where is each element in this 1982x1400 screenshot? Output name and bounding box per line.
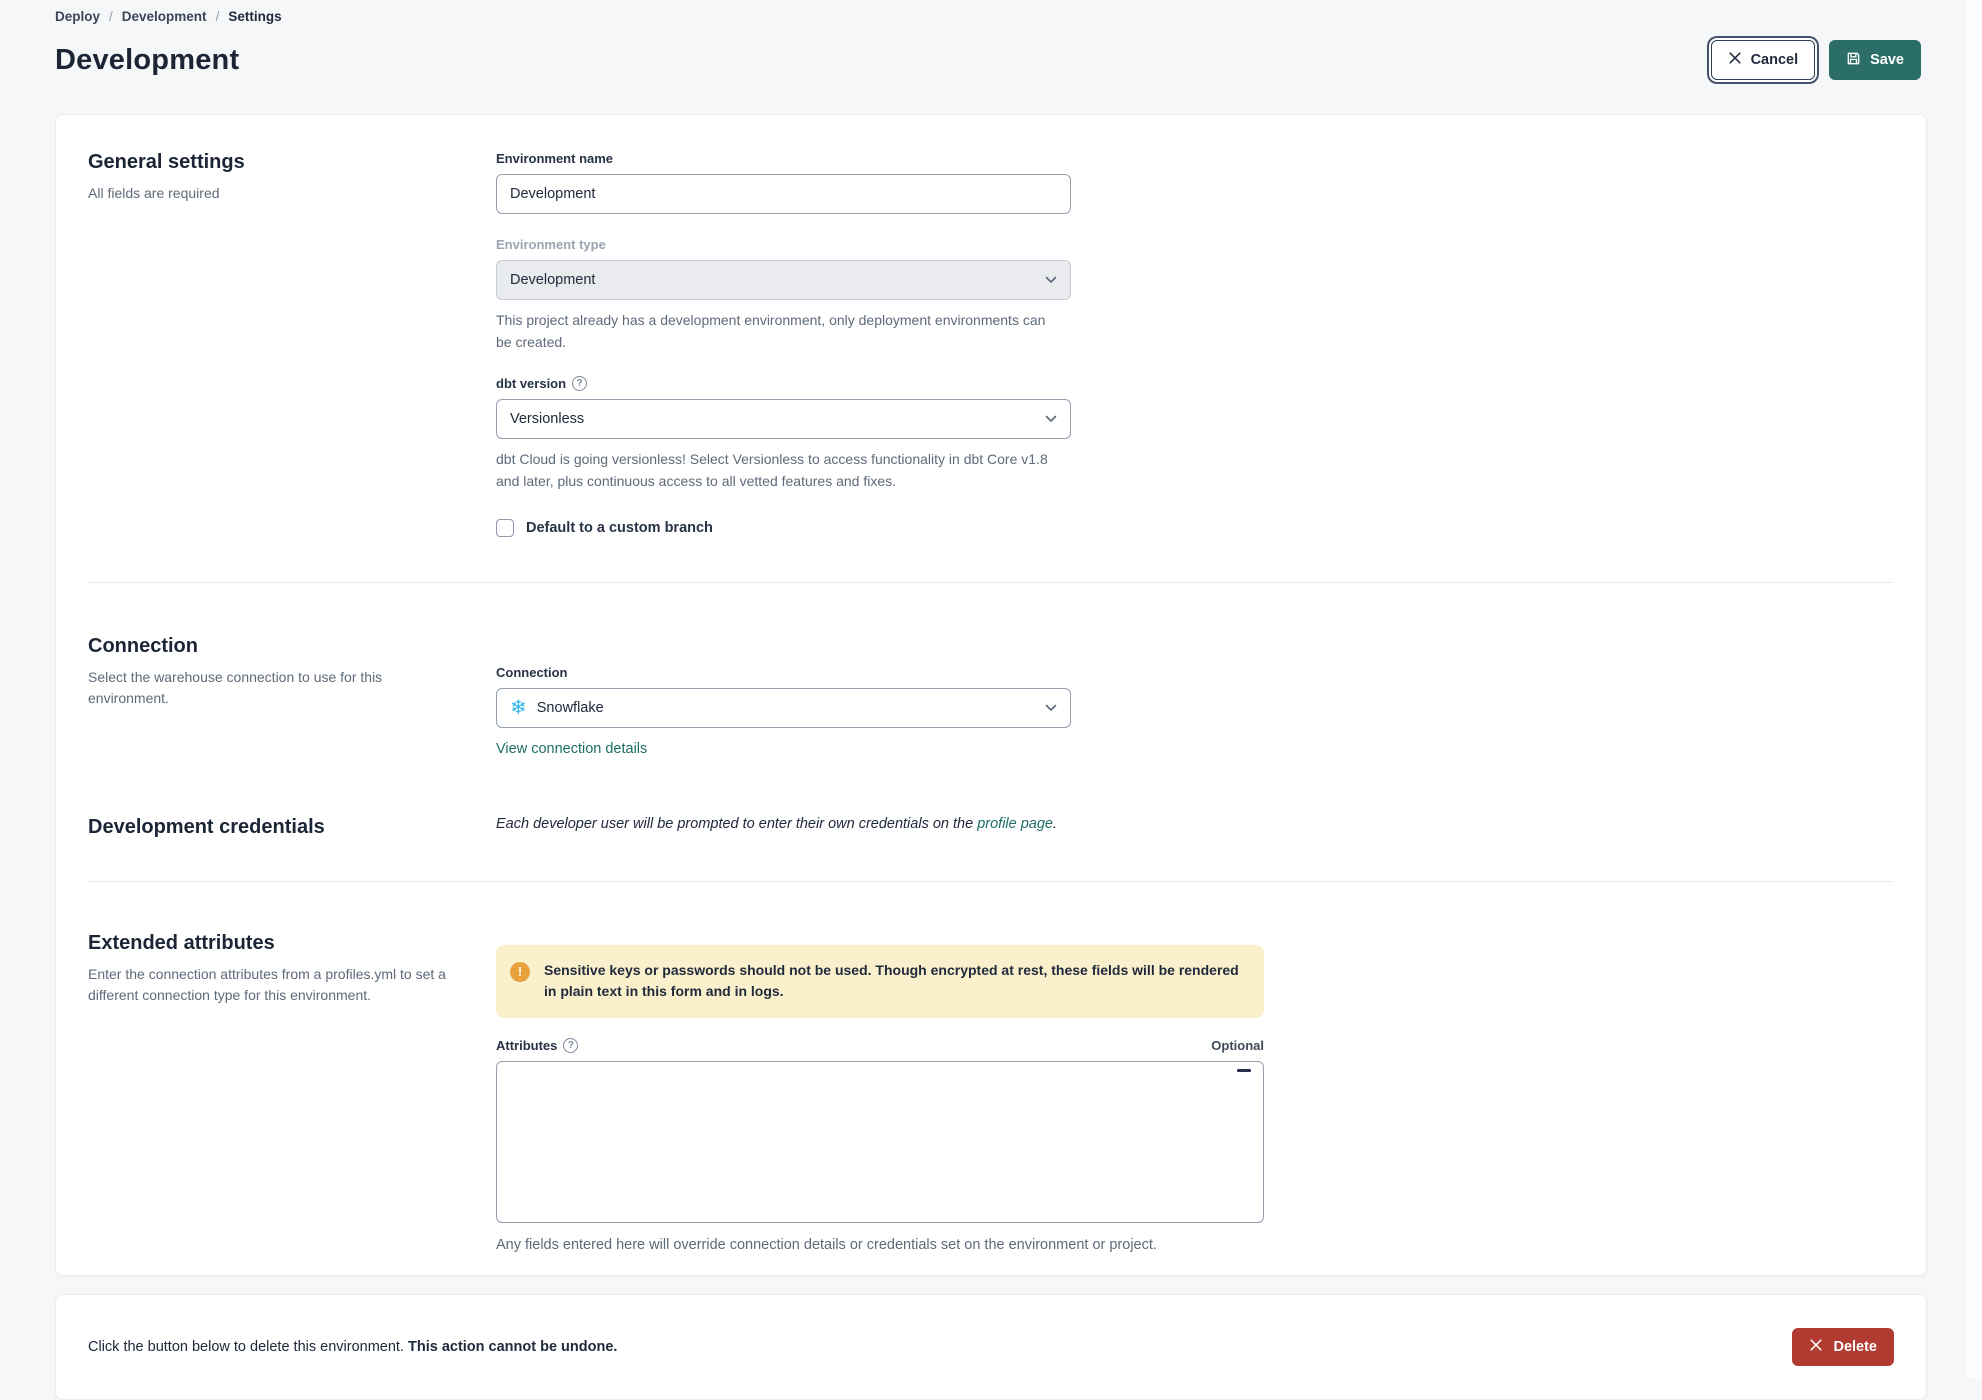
chevron-down-icon: [1045, 704, 1057, 712]
chevron-down-icon: [1045, 276, 1057, 284]
delete-text-bold: This action cannot be undone.: [407, 1339, 618, 1356]
extended-attributes-fields: ! Sensitive keys or passwords should not…: [496, 932, 1894, 1253]
development-credentials-heading: Development credentials: [88, 815, 325, 838]
breadcrumb: Deploy / Development / Settings: [55, 0, 1927, 24]
sensitive-keys-warning-text: Sensitive keys or passwords should not b…: [544, 961, 1239, 1000]
close-icon: [1728, 51, 1742, 69]
environment-settings-page: Deploy / Development / Settings Developm…: [0, 0, 1982, 1400]
dbt-version-field: dbt version ? Versionless dbt Cloud is g…: [496, 376, 1894, 492]
profile-page-link[interactable]: profile page: [977, 816, 1053, 832]
help-circle-icon[interactable]: ?: [572, 376, 588, 392]
breadcrumb-separator: /: [215, 9, 220, 24]
attributes-editor-wrap: [496, 1061, 1264, 1224]
credentials-intro: Development credentials: [88, 816, 496, 839]
environment-name-field: Environment name: [496, 151, 1894, 214]
extended-attributes-section: Extended attributes Enter the connection…: [88, 932, 1894, 1253]
snowflake-icon: ❄: [510, 696, 527, 719]
delete-environment-card: Click the button below to delete this en…: [55, 1294, 1927, 1400]
delete-environment-text: Click the button below to delete this en…: [88, 1339, 617, 1355]
chevron-down-icon: [1045, 415, 1057, 423]
page-title: Development: [55, 43, 240, 76]
optional-badge: Optional: [1211, 1038, 1264, 1054]
cancel-button-label: Cancel: [1750, 52, 1799, 68]
save-disk-icon: [1846, 51, 1861, 70]
warning-icon: !: [510, 961, 530, 982]
custom-branch-label: Default to a custom branch: [526, 519, 713, 536]
attributes-textarea[interactable]: [496, 1061, 1264, 1224]
environment-type-help: This project already has a development e…: [496, 312, 1046, 350]
environment-type-label: Environment type: [496, 237, 606, 252]
credentials-note-wrap: Each developer user will be prompted to …: [496, 816, 1894, 839]
view-connection-details-link[interactable]: View connection details: [496, 741, 647, 757]
general-settings-section: General settings All fields are required…: [88, 151, 1894, 537]
environment-name-input[interactable]: [496, 174, 1071, 214]
extended-attributes-subheading: Enter the connection attributes from a p…: [88, 965, 446, 1003]
connection-field: Connection ❄ Snowflake View connection d…: [496, 665, 1894, 758]
environment-type-value: Development: [510, 272, 596, 288]
breadcrumb-development[interactable]: Development: [122, 9, 207, 24]
extended-attributes-intro: Extended attributes Enter the connection…: [88, 932, 496, 1253]
connection-label: Connection: [496, 664, 568, 680]
attributes-label-text: Attributes: [496, 1038, 558, 1054]
general-settings-subheading: All fields are required: [88, 185, 220, 201]
save-button[interactable]: Save: [1829, 40, 1921, 80]
connection-section: Connection Select the warehouse connecti…: [88, 635, 1894, 758]
editor-fold-dash-icon[interactable]: [1237, 1069, 1251, 1073]
dbt-version-select[interactable]: Versionless: [496, 399, 1071, 440]
dbt-version-label: dbt version ?: [496, 376, 1894, 392]
sensitive-keys-warning: ! Sensitive keys or passwords should not…: [496, 944, 1264, 1019]
custom-branch-checkbox[interactable]: [496, 518, 514, 537]
connection-select[interactable]: ❄ Snowflake: [496, 687, 1071, 728]
dbt-version-help: dbt Cloud is going versionless! Select V…: [496, 451, 1048, 490]
attributes-label: Attributes ?: [496, 1038, 579, 1054]
delete-button-label: Delete: [1833, 1339, 1877, 1356]
connection-heading: Connection: [88, 634, 198, 657]
credentials-note: Each developer user will be prompted to …: [496, 816, 1894, 832]
section-divider: [88, 880, 1894, 882]
general-settings-fields: Environment name Environment type Develo…: [496, 151, 1894, 537]
scrollbar-track[interactable]: [1964, 0, 1982, 1378]
development-credentials-section: Development credentials Each developer u…: [88, 816, 1894, 839]
delete-text-prefix: Click the button below to delete this en…: [88, 1339, 408, 1356]
page-header: Development Cancel Save: [55, 40, 1927, 80]
settings-card: General settings All fields are required…: [55, 114, 1927, 1277]
extended-attributes-heading: Extended attributes: [88, 931, 275, 954]
credentials-note-suffix: .: [1052, 815, 1058, 832]
delete-button[interactable]: Delete: [1792, 1328, 1894, 1367]
connection-value: Snowflake: [536, 699, 604, 716]
custom-branch-row: Default to a custom branch: [496, 518, 1894, 537]
close-icon: [1809, 1338, 1823, 1356]
connection-intro: Connection Select the warehouse connecti…: [88, 635, 496, 758]
general-settings-heading: General settings: [88, 151, 245, 173]
section-divider: [88, 581, 1894, 583]
dbt-version-value: Versionless: [510, 411, 585, 428]
save-button-label: Save: [1870, 52, 1904, 68]
environment-type-select: Development: [496, 260, 1071, 300]
connection-subheading: Select the warehouse connection to use f…: [88, 668, 383, 706]
breadcrumb-deploy[interactable]: Deploy: [55, 9, 100, 24]
connection-fields: Connection ❄ Snowflake View connection d…: [496, 635, 1894, 758]
credentials-note-prefix: Each developer user will be prompted to …: [496, 815, 978, 832]
attributes-help: Any fields entered here will override co…: [496, 1237, 1157, 1254]
help-circle-icon[interactable]: ?: [563, 1038, 579, 1054]
general-settings-intro: General settings All fields are required: [88, 151, 496, 537]
attributes-label-row: Attributes ? Optional: [496, 1038, 1264, 1054]
environment-name-label: Environment name: [496, 151, 614, 166]
dbt-version-label-text: dbt version: [496, 376, 567, 392]
breadcrumb-settings: Settings: [228, 9, 282, 24]
breadcrumb-separator: /: [109, 9, 113, 24]
cancel-button[interactable]: Cancel: [1710, 40, 1816, 80]
environment-type-field: Environment type Development This projec…: [496, 237, 1894, 353]
header-actions: Cancel Save: [1710, 40, 1927, 80]
